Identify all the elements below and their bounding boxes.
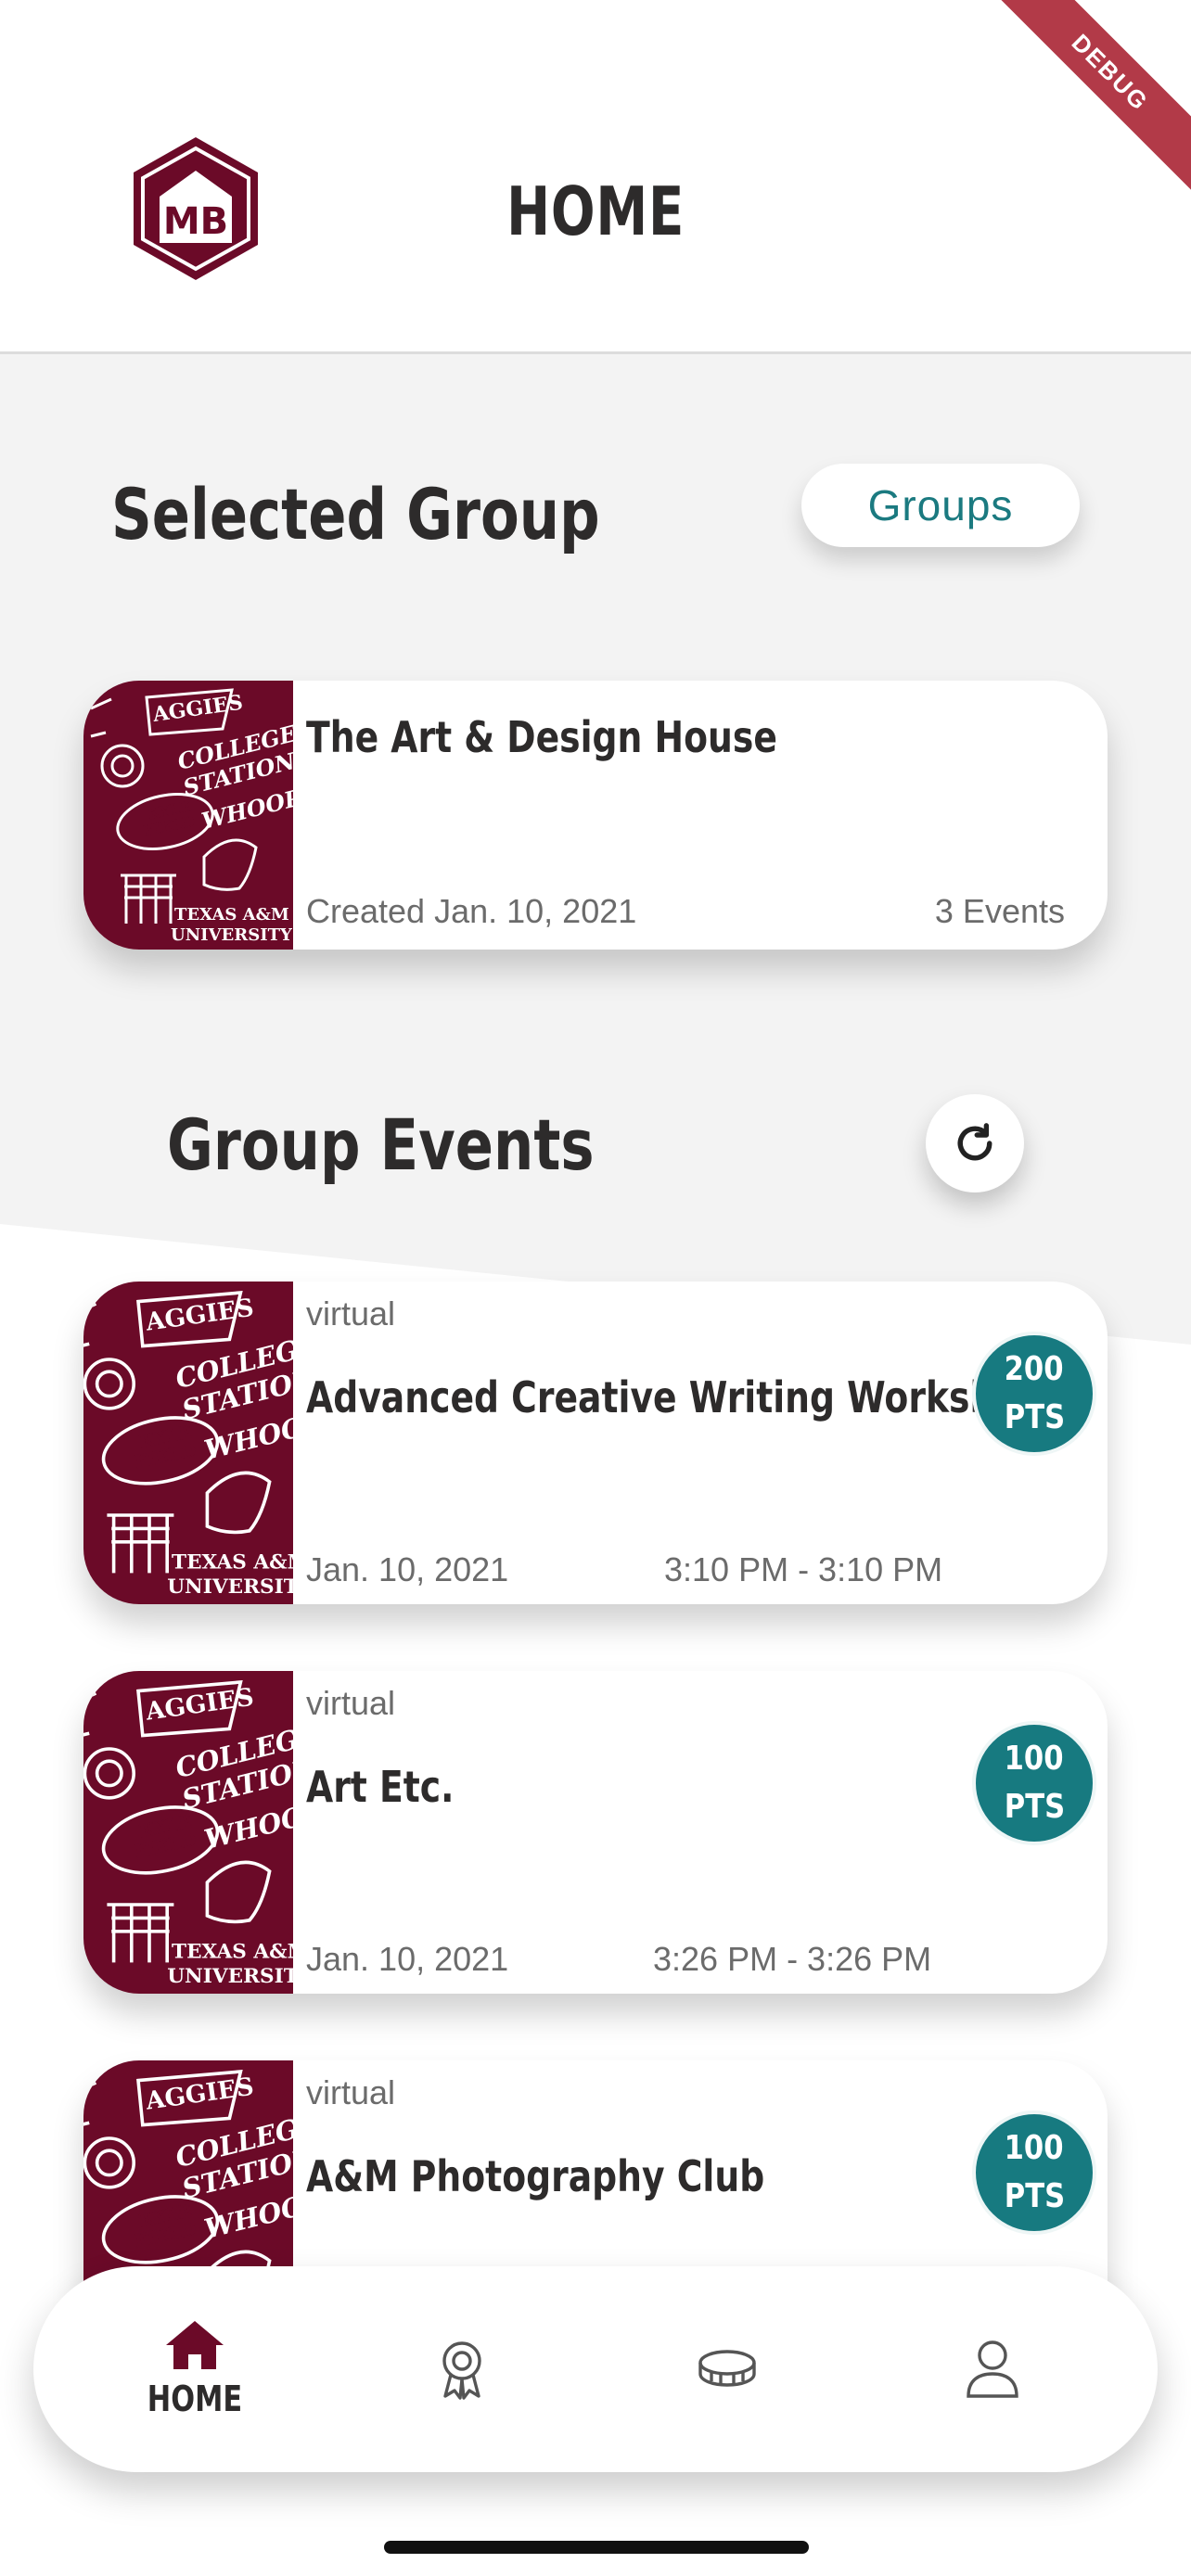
event-date: Jan. 10, 2021: [306, 1550, 509, 1588]
group-events-count: 3 Events: [934, 892, 1065, 930]
nav-item-profile[interactable]: [900, 2266, 1085, 2472]
event-time: 3:26 PM - 3:26 PM: [653, 1940, 932, 1978]
app-header: MB HOME: [0, 0, 1191, 354]
person-icon: [967, 2340, 1018, 2398]
group-name: The Art & Design House: [306, 712, 777, 762]
refresh-icon: [957, 1123, 992, 1161]
event-card[interactable]: virtual Art Etc. Jan. 10, 2021 3:26 PM -…: [83, 1671, 1108, 1994]
home-indicator: [384, 2541, 809, 2554]
page-title: HOME: [506, 172, 685, 250]
event-title: A&M Photography Club: [306, 2151, 765, 2201]
event-title: Art Etc.: [306, 1762, 455, 1812]
award-ribbon-icon: [442, 2341, 481, 2400]
home-icon: [166, 2321, 224, 2369]
group-events-heading: Group Events: [167, 1103, 595, 1186]
nav-item-coins[interactable]: [634, 2266, 820, 2472]
event-image: [83, 1282, 293, 1604]
event-date: Jan. 10, 2021: [306, 1940, 509, 1978]
nav-item-home[interactable]: HOME: [102, 2266, 288, 2472]
event-type: virtual: [306, 2073, 396, 2111]
group-image: [83, 681, 293, 950]
points-badge: 100 PTS: [972, 2111, 1096, 2235]
nav-label-home: HOME: [147, 2378, 243, 2419]
event-type: virtual: [306, 1294, 396, 1333]
group-created-date: Created Jan. 10, 2021: [306, 892, 637, 930]
event-card[interactable]: virtual Advanced Creative Writing Worksh…: [83, 1282, 1108, 1604]
bottom-navigation: HOME: [33, 2266, 1158, 2472]
selected-group-heading: Selected Group: [111, 473, 600, 555]
selected-group-card[interactable]: The Art & Design House Created Jan. 10, …: [83, 681, 1108, 950]
refresh-button[interactable]: [926, 1094, 1024, 1192]
points-badge: 200 PTS: [972, 1332, 1096, 1456]
groups-button[interactable]: Groups: [801, 464, 1080, 547]
event-image: [83, 1671, 293, 1994]
nav-item-rewards[interactable]: [369, 2266, 555, 2472]
coin-icon: [698, 2350, 756, 2387]
points-badge: 100 PTS: [972, 1721, 1096, 1845]
event-type: virtual: [306, 1684, 396, 1722]
event-time: 3:10 PM - 3:10 PM: [664, 1550, 943, 1588]
